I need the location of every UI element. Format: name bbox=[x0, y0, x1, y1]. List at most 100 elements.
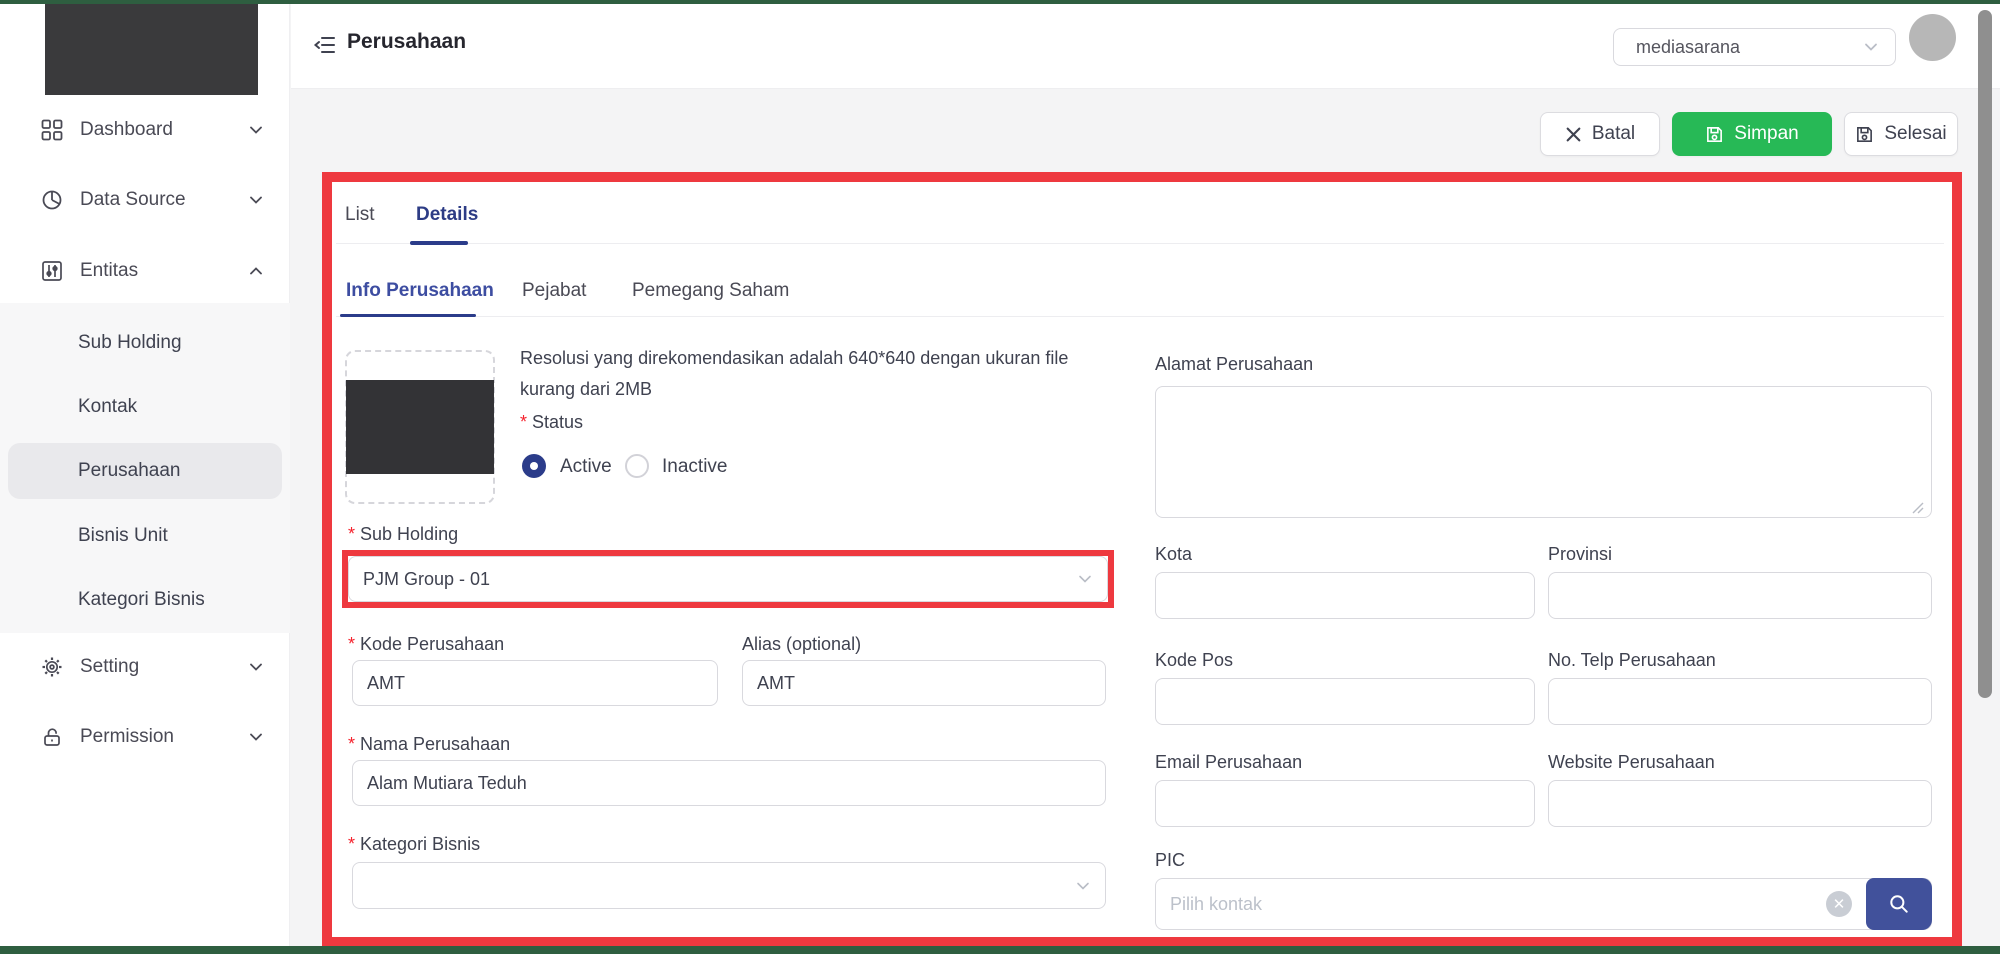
sidebar-item-sub-holding[interactable]: Sub Holding bbox=[8, 315, 282, 371]
company-selector-value: mediasarana bbox=[1636, 37, 1863, 58]
sidebar-item-label: Data Source bbox=[80, 189, 248, 211]
no-telp-label: No. Telp Perusahaan bbox=[1548, 650, 1716, 671]
alias-label: Alias (optional) bbox=[742, 634, 861, 655]
sidebar-item-label: Permission bbox=[80, 726, 248, 748]
submenu-label: Kontak bbox=[78, 396, 137, 418]
submenu-label: Sub Holding bbox=[78, 332, 182, 354]
kode-perusahaan-input[interactable] bbox=[352, 660, 718, 706]
tab-divider bbox=[336, 243, 1944, 244]
kode-pos-input[interactable] bbox=[1155, 678, 1535, 725]
batal-button[interactable]: Batal bbox=[1540, 112, 1660, 156]
chevron-down-icon bbox=[248, 122, 264, 138]
logo-upload-dropzone[interactable] bbox=[345, 350, 495, 504]
sidebar-item-bisnis-unit[interactable]: Bisnis Unit bbox=[8, 508, 282, 564]
website-label: Website Perusahaan bbox=[1548, 752, 1715, 773]
email-input[interactable] bbox=[1155, 780, 1535, 827]
submenu-label: Kategori Bisnis bbox=[78, 589, 205, 611]
dashboard-grid-icon bbox=[40, 118, 64, 142]
selesai-label: Selesai bbox=[1884, 123, 1946, 145]
batal-label: Batal bbox=[1592, 123, 1635, 145]
top-header: Perusahaan mediasarana bbox=[291, 4, 2000, 89]
annotation-rectangle-sub-holding: PJM Group - 01 bbox=[342, 550, 1114, 608]
sidebar-item-kategori-bisnis[interactable]: Kategori Bisnis bbox=[8, 572, 282, 628]
kota-label: Kota bbox=[1155, 544, 1192, 565]
tab-list[interactable]: List bbox=[345, 204, 375, 226]
subtab-info-perusahaan[interactable]: Info Perusahaan bbox=[346, 280, 494, 302]
status-radio-inactive[interactable] bbox=[625, 454, 649, 478]
pic-search-button[interactable] bbox=[1866, 878, 1932, 930]
sidebar-item-data-source[interactable]: Data Source bbox=[0, 176, 290, 224]
company-logo-image bbox=[346, 380, 494, 474]
user-avatar[interactable] bbox=[1909, 14, 1956, 61]
chevron-down-icon bbox=[1863, 39, 1879, 55]
details-card: List Details Info Perusahaan Pejabat Pem… bbox=[332, 182, 1952, 937]
chevron-down-icon bbox=[248, 729, 264, 745]
screenshot-frame-bottom bbox=[0, 946, 2000, 954]
save-icon bbox=[1855, 125, 1874, 144]
no-telp-input[interactable] bbox=[1548, 678, 1932, 725]
sidebar-item-entitas[interactable]: Entitas bbox=[0, 247, 290, 295]
email-label: Email Perusahaan bbox=[1155, 752, 1302, 773]
sub-holding-value: PJM Group - 01 bbox=[363, 569, 1077, 590]
pic-input[interactable] bbox=[1155, 878, 1932, 930]
alamat-label: Alamat Perusahaan bbox=[1155, 354, 1313, 375]
sidebar-item-setting[interactable]: Setting bbox=[0, 643, 290, 691]
entitas-submenu: Sub Holding Kontak Perusahaan Bisnis Uni… bbox=[0, 303, 290, 633]
tab-details[interactable]: Details bbox=[416, 204, 478, 226]
sidebar-item-kontak[interactable]: Kontak bbox=[8, 379, 282, 435]
simpan-button[interactable]: Simpan bbox=[1672, 112, 1832, 156]
close-icon bbox=[1565, 126, 1582, 143]
status-radio-active[interactable] bbox=[522, 454, 546, 478]
chevron-down-icon bbox=[1075, 878, 1091, 894]
upload-hint-line2: kurang dari 2MB bbox=[520, 379, 652, 400]
simpan-label: Simpan bbox=[1734, 123, 1798, 145]
textarea-resize-handle[interactable] bbox=[1910, 500, 1924, 514]
status-label: *Status bbox=[520, 412, 583, 433]
pic-field-group: ✕ bbox=[1155, 878, 1932, 930]
alias-input[interactable] bbox=[742, 660, 1106, 706]
gear-icon bbox=[40, 655, 64, 679]
sidebar-item-permission[interactable]: Permission bbox=[0, 713, 290, 761]
page-title: Perusahaan bbox=[347, 30, 466, 54]
website-input[interactable] bbox=[1548, 780, 1932, 827]
kode-pos-label: Kode Pos bbox=[1155, 650, 1233, 671]
kota-input[interactable] bbox=[1155, 572, 1535, 619]
alamat-textarea[interactable] bbox=[1155, 386, 1932, 518]
nama-perusahaan-input[interactable] bbox=[352, 760, 1106, 806]
kode-perusahaan-label: *Kode Perusahaan bbox=[348, 634, 504, 655]
active-subtab-underline bbox=[340, 314, 476, 317]
pic-label: PIC bbox=[1155, 850, 1185, 871]
active-tab-underline bbox=[410, 241, 468, 245]
annotation-rectangle-card: List Details Info Perusahaan Pejabat Pem… bbox=[322, 172, 1962, 947]
chevron-down-icon bbox=[248, 659, 264, 675]
sidebar-item-label: Dashboard bbox=[80, 119, 248, 141]
provinsi-label: Provinsi bbox=[1548, 544, 1612, 565]
kategori-bisnis-select[interactable] bbox=[352, 862, 1106, 909]
status-inactive-label: Inactive bbox=[662, 456, 727, 478]
screenshot-frame-top bbox=[0, 0, 2000, 4]
sidebar: Dashboard Data Source Entitas Sub Holdin… bbox=[0, 4, 290, 946]
pie-chart-icon bbox=[40, 188, 64, 212]
subtab-pemegang-saham[interactable]: Pemegang Saham bbox=[632, 280, 789, 302]
vertical-scrollbar-thumb[interactable] bbox=[1978, 10, 1992, 698]
selesai-button[interactable]: Selesai bbox=[1844, 112, 1958, 156]
chevron-down-icon bbox=[1077, 571, 1093, 587]
nama-perusahaan-label: *Nama Perusahaan bbox=[348, 734, 510, 755]
sidebar-item-perusahaan[interactable]: Perusahaan bbox=[8, 443, 282, 499]
company-selector[interactable]: mediasarana bbox=[1613, 28, 1896, 66]
search-icon bbox=[1888, 893, 1910, 915]
sub-holding-label: *Sub Holding bbox=[348, 524, 458, 545]
upload-hint-line1: Resolusi yang direkomendasikan adalah 64… bbox=[520, 348, 1068, 369]
submenu-label: Perusahaan bbox=[78, 460, 180, 482]
subtab-divider bbox=[336, 316, 1944, 317]
kategori-bisnis-label: *Kategori Bisnis bbox=[348, 834, 480, 855]
subtab-pejabat[interactable]: Pejabat bbox=[522, 280, 586, 302]
app-logo bbox=[45, 4, 258, 95]
sidebar-item-dashboard[interactable]: Dashboard bbox=[0, 106, 290, 154]
clear-icon[interactable]: ✕ bbox=[1826, 891, 1852, 917]
provinsi-input[interactable] bbox=[1548, 572, 1932, 619]
menu-fold-icon[interactable] bbox=[313, 33, 337, 57]
control-sliders-icon bbox=[40, 259, 64, 283]
lock-icon bbox=[40, 725, 64, 749]
sub-holding-select[interactable]: PJM Group - 01 bbox=[348, 556, 1108, 602]
